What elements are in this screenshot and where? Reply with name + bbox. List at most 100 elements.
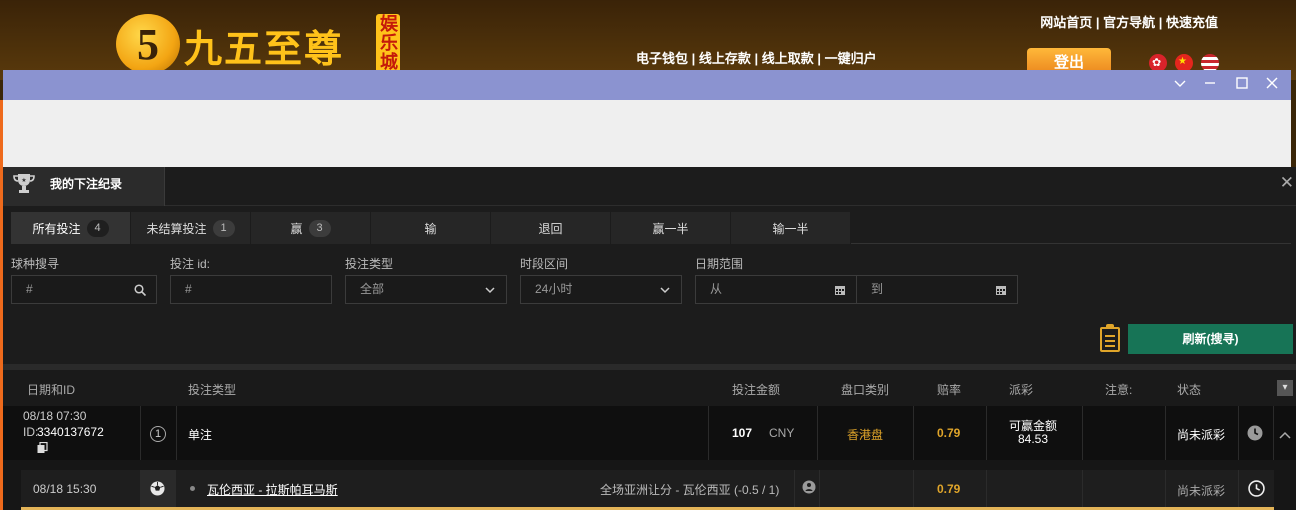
divider [140,406,141,460]
date-to-input[interactable]: 到 [856,275,1018,304]
date-from-input[interactable]: 从 [695,275,857,304]
leg-match-link[interactable]: 瓦伦西亚 - 拉斯帕耳马斯 [207,481,338,498]
clipboard-line [1105,345,1115,347]
filter-tabs-spacer [851,212,1291,244]
panel-close-icon[interactable]: ✕ [1280,173,1294,193]
nav-deposit[interactable]: 线上存款 [699,51,751,66]
bet-id-input[interactable]: # [170,275,332,304]
filter-tabs: 所有投注 4 未结算投注 1 赢 3 输 退回 赢一半 输一半 [11,212,851,244]
divider: | [817,51,825,66]
leg-odds: 0.79 [937,482,961,496]
bet-amount: 107 [732,426,753,440]
tab-half-lost[interactable]: 输一半 [731,212,851,244]
sport-search-input[interactable]: # [11,275,157,304]
table-header: 日期和ID 投注类型 投注金额 盘口类别 赔率 派彩 注意: 状态 ▾ [3,370,1296,406]
divider [986,406,987,460]
site-logo-tag-text: 娱乐城 [378,14,398,71]
sport-search-label: 球种搜寻 [11,257,60,271]
chevron-down-icon[interactable] [1171,76,1189,94]
bet-type-select[interactable]: 全部 [345,275,507,304]
tab-lost[interactable]: 输 [371,212,491,244]
trophy-icon: ★ [11,171,37,195]
divider [708,406,709,460]
panel-title: 我的下注纪录 [50,177,123,191]
header-amount: 投注金额 [732,383,781,397]
bet-type: 单注 [188,428,213,442]
site-logo-icon[interactable]: 5 [116,14,180,74]
tab-half-won[interactable]: 赢一半 [611,212,731,244]
divider [986,470,987,507]
tab-unsettled[interactable]: 未结算投注 1 [131,212,251,244]
close-icon[interactable] [1263,76,1281,94]
clipboard-line [1105,335,1115,337]
divider [1165,406,1166,460]
copy-icon[interactable] [37,441,48,459]
divider [819,470,820,507]
list-item[interactable]: 08/18 15:30 瓦伦西亚 - 拉斯帕耳马斯 全场亚洲让分 - 瓦伦西亚 … [21,470,1274,507]
date-range-label: 日期范围 [695,257,744,271]
site-header: 5 九五至尊 娱乐城 网站首页 | 官方导航 | 快速充值 电子钱包 | 线上存… [0,0,1296,80]
bet-id-label: 投注 id: [170,257,211,271]
collapse-all-icon[interactable]: ▾ [1277,380,1293,396]
header-odds: 赔率 [937,383,962,397]
window-titlebar[interactable] [3,70,1291,100]
header-status: 状态 [1177,383,1202,397]
bullet-dot [190,486,195,491]
bet-odds: 0.79 [937,426,961,440]
period-value: 24小时 [535,282,573,296]
divider: | [1158,15,1166,30]
divider [1165,470,1166,507]
bet-type-label: 投注类型 [345,257,394,271]
period-select[interactable]: 24小时 [520,275,682,304]
maximize-icon[interactable] [1233,76,1251,94]
tab-label: 退回 [538,221,563,236]
tab-all-bets[interactable]: 所有投注 4 [11,212,131,244]
tab-won[interactable]: 赢 3 [251,212,371,244]
link-nav[interactable]: 官方导航 [1103,15,1155,30]
date-from-placeholder: 从 [710,282,723,296]
table-row[interactable]: 08/18 07:30 ID: 3340137672 单注 107 CNY 香港… [3,406,1296,460]
refresh-search-button[interactable]: 刷新(搜寻) [1128,324,1293,354]
calendar-icon[interactable] [995,276,1007,306]
tab-count-badge: 4 [86,219,109,237]
payout-value: 84.53 [1018,432,1049,446]
bet-record-panel: ★ 我的下注纪录 ✕ 所有投注 4 未结算投注 1 赢 3 输 退回 赢一半 输… [3,167,1296,510]
period-label: 时段区间 [520,257,569,271]
info-person-icon[interactable] [802,480,816,499]
divider: | [754,51,762,66]
divider [1238,470,1239,507]
nav-wallet[interactable]: 电子钱包 [636,51,688,66]
divider: | [691,51,699,66]
top-links: 网站首页 | 官方导航 | 快速充值 [1040,12,1218,31]
search-icon[interactable] [134,276,147,306]
calendar-icon[interactable] [834,276,846,306]
tab-refunded[interactable]: 退回 [491,212,611,244]
clipboard-icon[interactable] [1100,324,1120,352]
header-market: 盘口类别 [841,383,890,397]
site-logo-tag: 娱乐城 [376,14,400,74]
tab-label: 所有投注 [32,221,81,236]
header-bet-type: 投注类型 [188,383,237,397]
leg-date: 08/18 15:30 [33,482,97,496]
minimize-icon[interactable] [1201,76,1219,94]
divider [794,470,795,507]
leg-sport-cell [140,470,176,507]
nav-consolidate[interactable]: 一键归户 [825,51,877,66]
bet-id-placeholder: # [185,282,192,296]
chevron-up-icon[interactable] [1279,427,1291,445]
link-home[interactable]: 网站首页 [1040,15,1092,30]
sport-search-placeholder: # [26,282,33,296]
bet-currency: CNY [769,426,795,440]
divider [1082,470,1083,507]
clipboard-line [1105,340,1115,342]
tab-label: 赢一半 [652,221,689,236]
bet-index-badge: 1 [150,426,166,442]
header-note: 注意: [1105,383,1133,397]
divider [913,406,914,460]
clock-icon [1248,480,1265,502]
bet-date: 08/18 07:30 [23,409,87,423]
link-recharge[interactable]: 快速充值 [1166,15,1218,30]
panel-tab[interactable]: ★ 我的下注纪录 [3,167,165,206]
nav-withdraw[interactable]: 线上取款 [762,51,814,66]
bet-status: 尚未派彩 [1177,428,1226,442]
